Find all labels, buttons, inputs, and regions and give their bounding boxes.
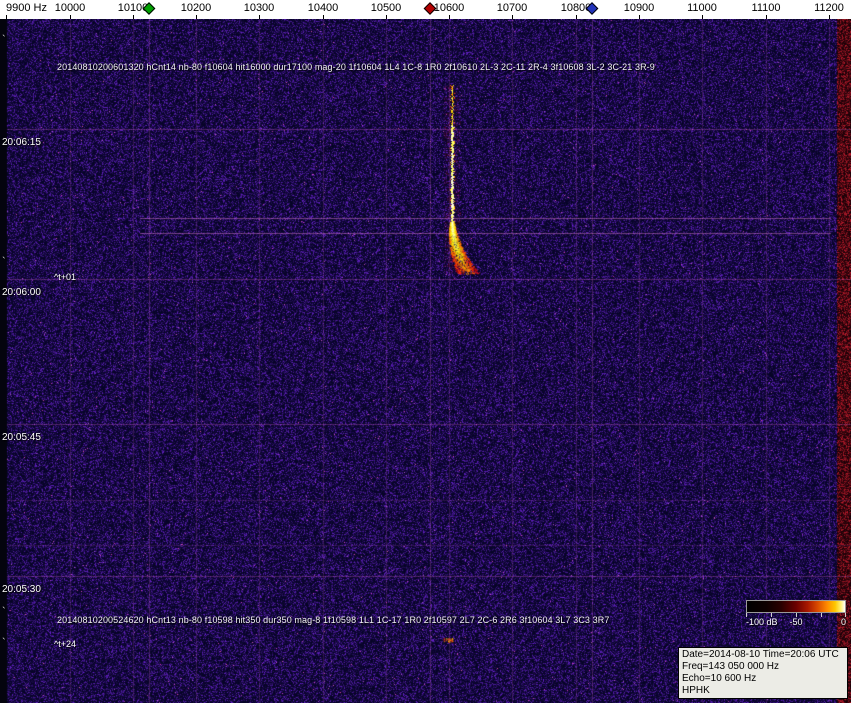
event-annotation: 20140810200524620 hCnt13 nb-80 f10598 hi… [57, 615, 609, 625]
freq-tick-label: 10000 [55, 2, 86, 14]
freq-tick-mark [576, 15, 577, 19]
colorbar-label-min: -100 dB [746, 617, 778, 627]
freq-tick-mark [829, 15, 830, 19]
event-offset-mark: ^t+24 [54, 639, 76, 649]
colorbar-label-mid: -50 [789, 617, 802, 627]
info-echo-frequency: Echo=10 600 Hz [682, 673, 844, 685]
spectrogram-canvas [0, 19, 851, 703]
info-frequency: Freq=143 050 000 Hz [682, 661, 844, 673]
time-label: 20:06:15 [2, 137, 41, 148]
freq-tick-label: 10300 [244, 2, 275, 14]
freq-tick-label: 10200 [181, 2, 212, 14]
event-time-tick: ` [2, 637, 6, 649]
colorbar-gradient [746, 600, 846, 613]
info-date-time: Date=2014-08-10 Time=20:06 UTC [682, 649, 844, 661]
freq-tick-mark [196, 15, 197, 19]
freq-tick-label: 11000 [687, 2, 717, 14]
freq-tick-label: 10900 [624, 2, 655, 14]
frequency-axis: 9900 Hz 10000 10100 10200 10300 10400 10… [0, 0, 851, 19]
time-label: 20:05:30 [2, 584, 41, 595]
colorbar: -100 dB -50 0 [746, 600, 846, 628]
event-offset-mark: ^t+01 [54, 272, 76, 282]
freq-tick-label: 9900 Hz [6, 2, 47, 14]
freq-tick-mark [259, 15, 260, 19]
colorbar-labels: -100 dB -50 0 [746, 617, 846, 628]
freq-tick-label: 11100 [752, 2, 781, 14]
freq-tick-label: 11200 [814, 2, 844, 14]
freq-tick-mark [766, 15, 767, 19]
spectrogram-app: 9900 Hz 10000 10100 10200 10300 10400 10… [0, 0, 851, 703]
freq-tick-mark [702, 15, 703, 19]
freq-tick-mark [449, 15, 450, 19]
time-label: 20:06:00 [2, 287, 41, 298]
event-time-tick: ` [2, 34, 6, 46]
freq-tick-mark [639, 15, 640, 19]
freq-tick-label: 10600 [434, 2, 465, 14]
event-time-tick: ` [2, 606, 6, 618]
info-station-id: HPHK [682, 685, 844, 697]
info-box: Date=2014-08-10 Time=20:06 UTC Freq=143 … [678, 647, 848, 699]
time-label: 20:05:45 [2, 432, 41, 443]
freq-tick-mark [323, 15, 324, 19]
freq-tick-mark [70, 15, 71, 19]
freq-tick-mark [133, 15, 134, 19]
event-time-tick: ` [2, 256, 6, 268]
colorbar-label-max: 0 [841, 617, 846, 627]
freq-tick-label: 10500 [371, 2, 402, 14]
freq-tick-mark [386, 15, 387, 19]
event-annotation: 20140810200601320 hCnt14 nb-80 f10604 hi… [57, 62, 655, 72]
freq-tick-label: 10400 [308, 2, 339, 14]
freq-tick-label: 10700 [497, 2, 528, 14]
freq-tick-mark [512, 15, 513, 19]
freq-tick-mark [6, 15, 7, 19]
